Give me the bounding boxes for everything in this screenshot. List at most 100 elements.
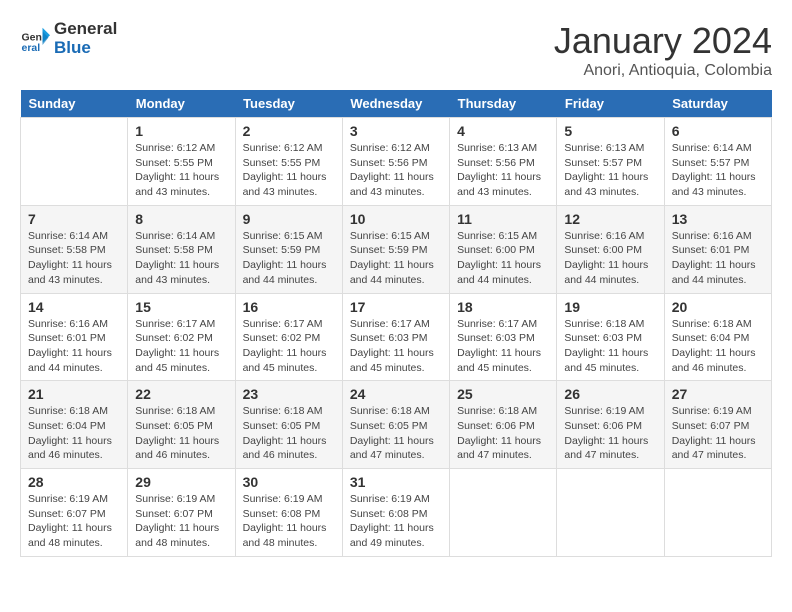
day-number: 6: [672, 123, 764, 139]
day-number: 28: [28, 474, 120, 490]
subtitle: Anori, Antioquia, Colombia: [554, 62, 772, 80]
day-number: 10: [350, 211, 442, 227]
day-number: 15: [135, 299, 227, 315]
day-info: Sunrise: 6:12 AM Sunset: 5:56 PM Dayligh…: [350, 141, 442, 200]
day-info: Sunrise: 6:18 AM Sunset: 6:04 PM Dayligh…: [672, 317, 764, 376]
calendar-body: 1 Sunrise: 6:12 AM Sunset: 5:55 PM Daylig…: [21, 118, 772, 557]
day-info: Sunrise: 6:12 AM Sunset: 5:55 PM Dayligh…: [135, 141, 227, 200]
day-number: 8: [135, 211, 227, 227]
day-header-saturday: Saturday: [664, 90, 771, 118]
day-number: 17: [350, 299, 442, 315]
day-number: 2: [243, 123, 335, 139]
calendar-header-row: SundayMondayTuesdayWednesdayThursdayFrid…: [21, 90, 772, 118]
calendar-cell: 11 Sunrise: 6:15 AM Sunset: 6:00 PM Dayli…: [450, 205, 557, 293]
calendar-cell: 4Sunrise: 6:13 AM Sunset: 5:56 PM Daylig…: [450, 118, 557, 206]
calendar-table: SundayMondayTuesdayWednesdayThursdayFrid…: [20, 90, 772, 557]
calendar-cell: 14 Sunrise: 6:16 AM Sunset: 6:01 PM Dayli…: [21, 293, 128, 381]
day-info: Sunrise: 6:18 AM Sunset: 6:05 PM Dayligh…: [243, 404, 335, 463]
day-header-sunday: Sunday: [21, 90, 128, 118]
calendar-week-3: 14 Sunrise: 6:16 AM Sunset: 6:01 PM Dayli…: [21, 293, 772, 381]
day-info: Sunrise: 6:19 AM Sunset: 6:07 PM Dayligh…: [135, 492, 227, 551]
day-info: Sunrise: 6:14 AM Sunset: 5:58 PM Dayligh…: [28, 229, 120, 288]
day-info: Sunrise: 6:18 AM Sunset: 6:04 PM Dayligh…: [28, 404, 120, 463]
day-header-tuesday: Tuesday: [235, 90, 342, 118]
calendar-cell: 30Sunrise: 6:19 AM Sunset: 6:08 PM Dayli…: [235, 469, 342, 557]
day-number: 19: [564, 299, 656, 315]
day-number: 26: [564, 386, 656, 402]
day-number: 18: [457, 299, 549, 315]
calendar-cell: 8 Sunrise: 6:14 AM Sunset: 5:58 PM Daylig…: [128, 205, 235, 293]
calendar-cell: 18 Sunrise: 6:17 AM Sunset: 6:03 PM Dayli…: [450, 293, 557, 381]
day-info: Sunrise: 6:15 AM Sunset: 5:59 PM Dayligh…: [243, 229, 335, 288]
day-number: 1: [135, 123, 227, 139]
calendar-cell: 17Sunrise: 6:17 AM Sunset: 6:03 PM Dayli…: [342, 293, 449, 381]
logo-text-line1: General: [54, 20, 117, 39]
calendar-week-1: 1 Sunrise: 6:12 AM Sunset: 5:55 PM Daylig…: [21, 118, 772, 206]
day-info: Sunrise: 6:19 AM Sunset: 6:07 PM Dayligh…: [672, 404, 764, 463]
logo-icon: Gen eral: [20, 24, 50, 54]
day-number: 12: [564, 211, 656, 227]
calendar-cell: 29Sunrise: 6:19 AM Sunset: 6:07 PM Dayli…: [128, 469, 235, 557]
day-info: Sunrise: 6:19 AM Sunset: 6:08 PM Dayligh…: [243, 492, 335, 551]
day-header-thursday: Thursday: [450, 90, 557, 118]
day-number: 23: [243, 386, 335, 402]
calendar-cell: 31 Sunrise: 6:19 AM Sunset: 6:08 PM Dayli…: [342, 469, 449, 557]
header: Gen eral General Blue January 2024 Anori…: [20, 20, 772, 80]
calendar-week-5: 28 Sunrise: 6:19 AM Sunset: 6:07 PM Dayli…: [21, 469, 772, 557]
day-info: Sunrise: 6:17 AM Sunset: 6:03 PM Dayligh…: [457, 317, 549, 376]
main-title: January 2024: [554, 20, 772, 62]
day-info: Sunrise: 6:15 AM Sunset: 5:59 PM Dayligh…: [350, 229, 442, 288]
calendar-cell: 21 Sunrise: 6:18 AM Sunset: 6:04 PM Dayli…: [21, 381, 128, 469]
calendar-cell: 12 Sunrise: 6:16 AM Sunset: 6:00 PM Dayli…: [557, 205, 664, 293]
calendar-cell: 6 Sunrise: 6:14 AM Sunset: 5:57 PM Daylig…: [664, 118, 771, 206]
day-info: Sunrise: 6:16 AM Sunset: 6:00 PM Dayligh…: [564, 229, 656, 288]
day-info: Sunrise: 6:13 AM Sunset: 5:57 PM Dayligh…: [564, 141, 656, 200]
calendar-week-4: 21 Sunrise: 6:18 AM Sunset: 6:04 PM Dayli…: [21, 381, 772, 469]
day-info: Sunrise: 6:14 AM Sunset: 5:58 PM Dayligh…: [135, 229, 227, 288]
day-number: 9: [243, 211, 335, 227]
day-number: 4: [457, 123, 549, 139]
day-number: 14: [28, 299, 120, 315]
calendar-cell: 22Sunrise: 6:18 AM Sunset: 6:05 PM Dayli…: [128, 381, 235, 469]
day-info: Sunrise: 6:19 AM Sunset: 6:07 PM Dayligh…: [28, 492, 120, 551]
calendar-cell: 28 Sunrise: 6:19 AM Sunset: 6:07 PM Dayli…: [21, 469, 128, 557]
calendar-cell: 16Sunrise: 6:17 AM Sunset: 6:02 PM Dayli…: [235, 293, 342, 381]
day-number: 5: [564, 123, 656, 139]
day-info: Sunrise: 6:17 AM Sunset: 6:02 PM Dayligh…: [135, 317, 227, 376]
day-number: 27: [672, 386, 764, 402]
day-info: Sunrise: 6:18 AM Sunset: 6:03 PM Dayligh…: [564, 317, 656, 376]
calendar-cell: 24Sunrise: 6:18 AM Sunset: 6:05 PM Dayli…: [342, 381, 449, 469]
day-info: Sunrise: 6:19 AM Sunset: 6:06 PM Dayligh…: [564, 404, 656, 463]
calendar-cell: 20 Sunrise: 6:18 AM Sunset: 6:04 PM Dayli…: [664, 293, 771, 381]
day-number: 3: [350, 123, 442, 139]
day-header-friday: Friday: [557, 90, 664, 118]
calendar-cell: 3 Sunrise: 6:12 AM Sunset: 5:56 PM Daylig…: [342, 118, 449, 206]
day-number: 21: [28, 386, 120, 402]
calendar-cell: 2 Sunrise: 6:12 AM Sunset: 5:55 PM Daylig…: [235, 118, 342, 206]
day-info: Sunrise: 6:17 AM Sunset: 6:02 PM Dayligh…: [243, 317, 335, 376]
day-info: Sunrise: 6:16 AM Sunset: 6:01 PM Dayligh…: [28, 317, 120, 376]
day-number: 31: [350, 474, 442, 490]
calendar-week-2: 7Sunrise: 6:14 AM Sunset: 5:58 PM Daylig…: [21, 205, 772, 293]
day-number: 20: [672, 299, 764, 315]
calendar-cell: [664, 469, 771, 557]
calendar-cell: [450, 469, 557, 557]
calendar-cell: [557, 469, 664, 557]
day-info: Sunrise: 6:19 AM Sunset: 6:08 PM Dayligh…: [350, 492, 442, 551]
day-info: Sunrise: 6:14 AM Sunset: 5:57 PM Dayligh…: [672, 141, 764, 200]
day-number: 22: [135, 386, 227, 402]
calendar-cell: 27 Sunrise: 6:19 AM Sunset: 6:07 PM Dayli…: [664, 381, 771, 469]
calendar-cell: [21, 118, 128, 206]
calendar-cell: 5 Sunrise: 6:13 AM Sunset: 5:57 PM Daylig…: [557, 118, 664, 206]
calendar-cell: 9 Sunrise: 6:15 AM Sunset: 5:59 PM Daylig…: [235, 205, 342, 293]
title-section: January 2024 Anori, Antioquia, Colombia: [554, 20, 772, 80]
day-header-monday: Monday: [128, 90, 235, 118]
calendar-cell: 1 Sunrise: 6:12 AM Sunset: 5:55 PM Daylig…: [128, 118, 235, 206]
day-info: Sunrise: 6:16 AM Sunset: 6:01 PM Dayligh…: [672, 229, 764, 288]
day-info: Sunrise: 6:12 AM Sunset: 5:55 PM Dayligh…: [243, 141, 335, 200]
day-info: Sunrise: 6:18 AM Sunset: 6:06 PM Dayligh…: [457, 404, 549, 463]
day-number: 11: [457, 211, 549, 227]
day-info: Sunrise: 6:15 AM Sunset: 6:00 PM Dayligh…: [457, 229, 549, 288]
day-info: Sunrise: 6:18 AM Sunset: 6:05 PM Dayligh…: [350, 404, 442, 463]
logo-text-line2: Blue: [54, 39, 117, 58]
